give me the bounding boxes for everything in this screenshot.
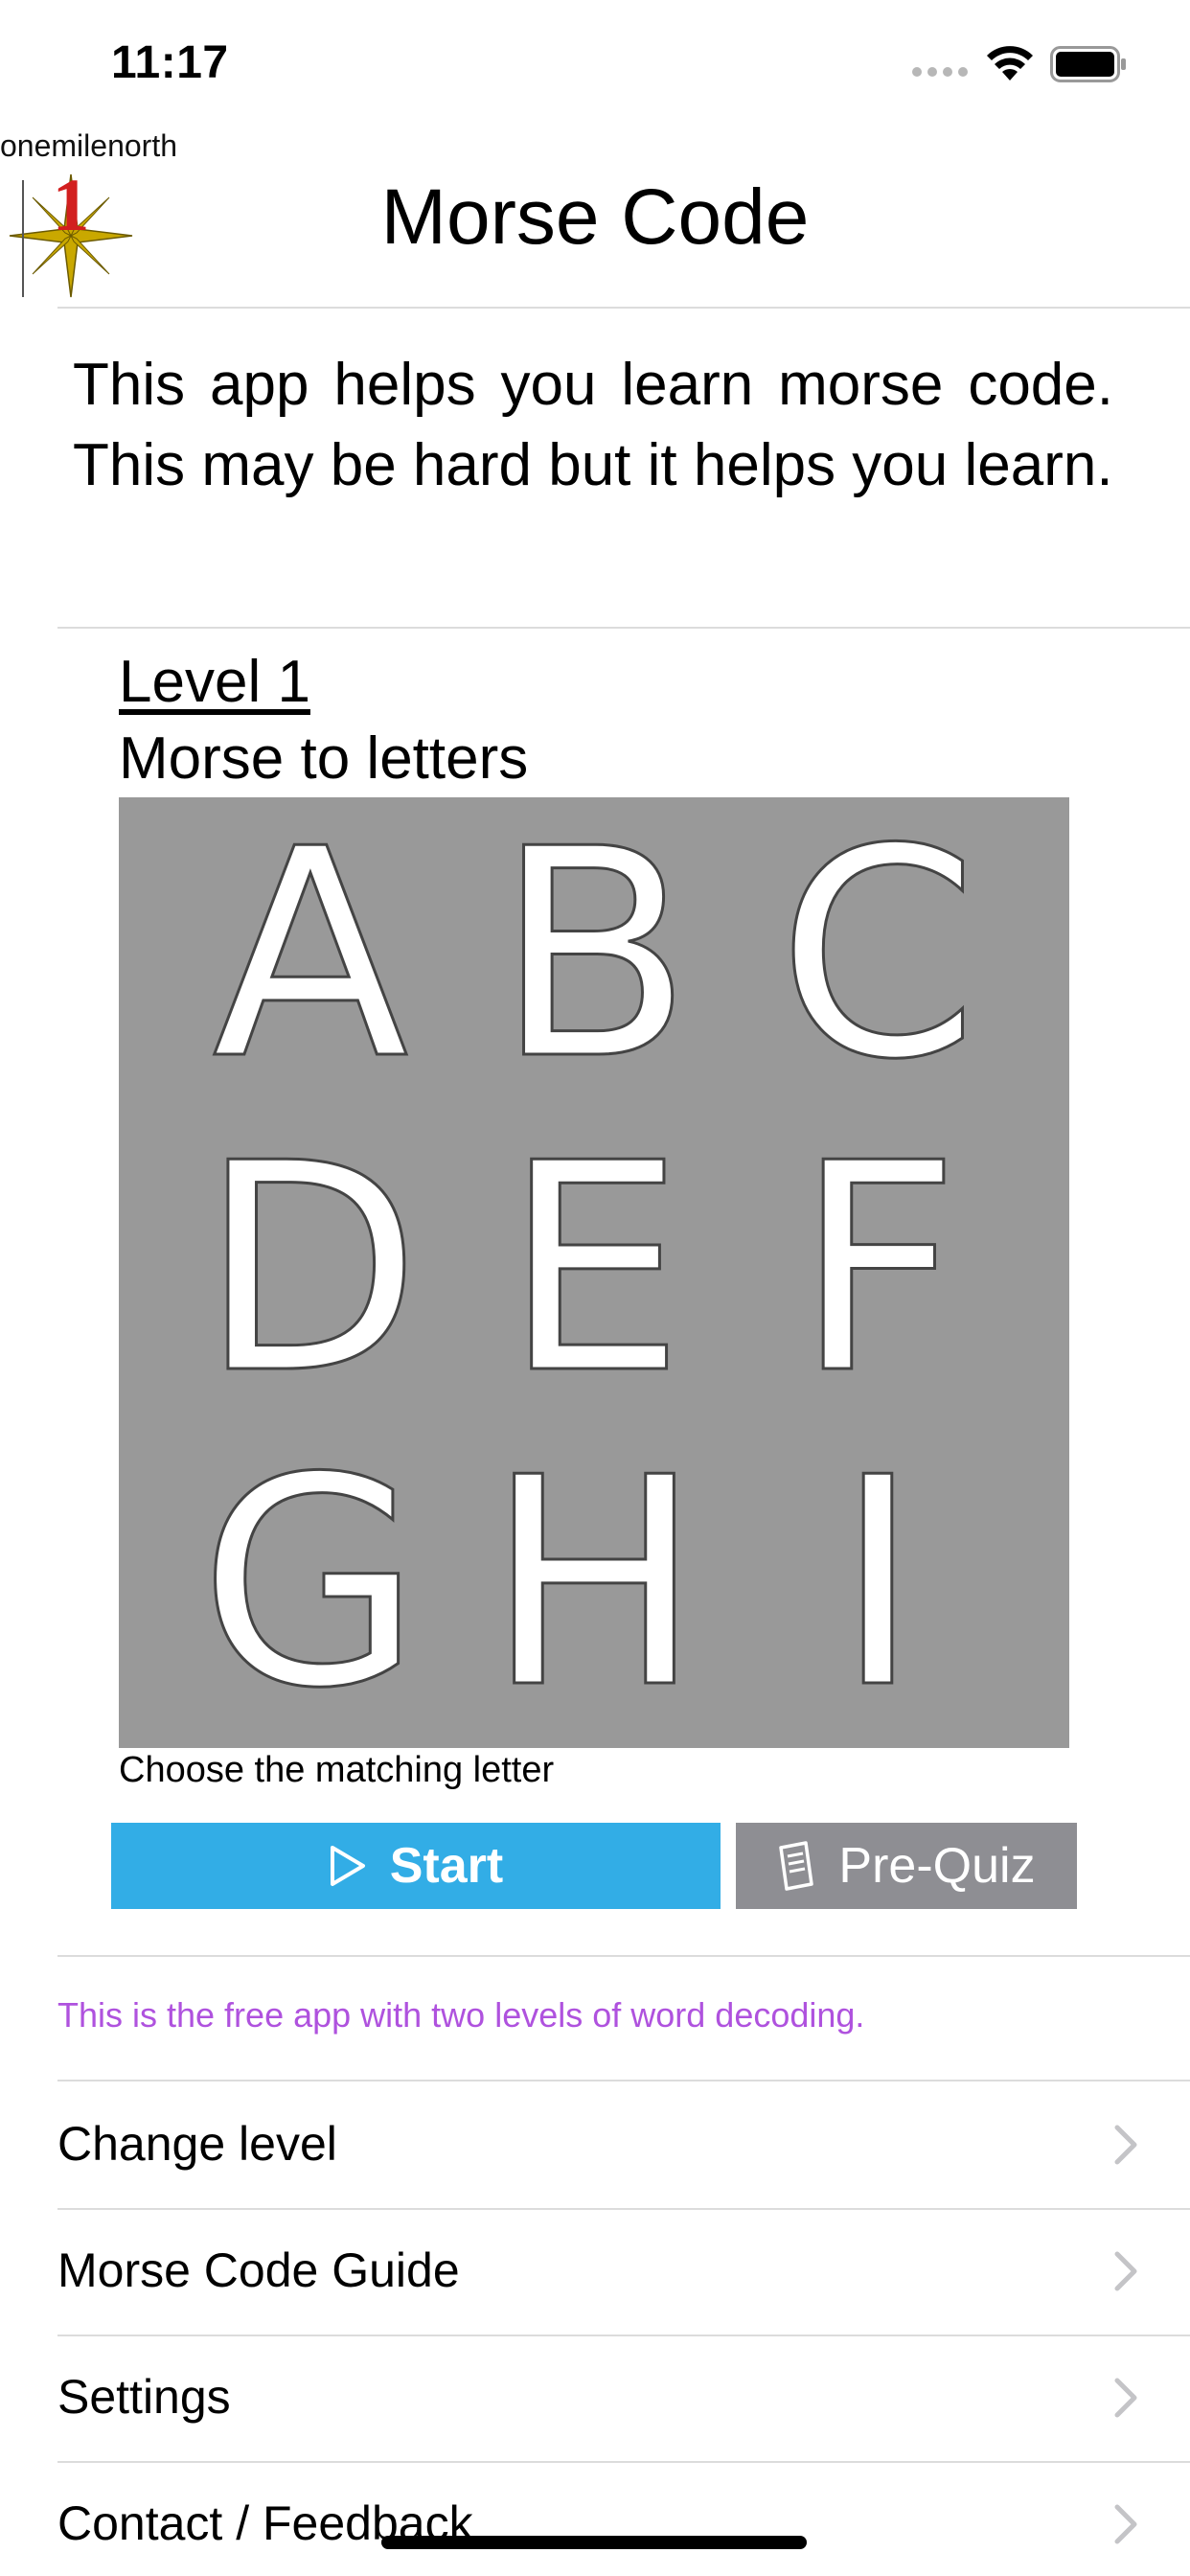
level-subtitle: Morse to letters [119, 725, 529, 792]
letter-e: E [503, 1102, 685, 1437]
cellular-signal-icon [912, 67, 970, 80]
menu-item-label: Change level [57, 2117, 337, 2171]
start-button[interactable]: Start [111, 1823, 721, 1909]
status-bar: 11:17 [0, 0, 1190, 134]
letter-g: G [199, 1416, 422, 1748]
menu-item-settings[interactable]: Settings [57, 2334, 1190, 2459]
chevron-right-icon [1114, 2504, 1137, 2544]
instruction-text: Choose the matching letter [119, 1750, 555, 1790]
app-screen: 11:17 onemilenorth 1 Morse Code This app… [0, 0, 1190, 2576]
intro-text: This app helps you learn morse code. Thi… [73, 352, 1113, 498]
letter-h: H [486, 1416, 702, 1748]
letters-grid: A B C D E F G H I [119, 797, 1069, 1748]
letter-i: I [835, 1416, 920, 1748]
chevron-right-icon [1114, 2251, 1137, 2291]
letter-c: C [777, 797, 977, 1122]
intro-divider [57, 627, 1190, 629]
pre-quiz-button[interactable]: Pre-Quiz [736, 1823, 1077, 1909]
letters-grid-svg: A B C D E F G H I [197, 797, 979, 1748]
page-title: Morse Code [380, 173, 810, 261]
chevron-right-icon [1114, 2378, 1137, 2418]
letter-f: F [795, 1102, 961, 1437]
menu-item-label: Settings [57, 2370, 231, 2424]
header-divider [57, 307, 1190, 309]
letter-b: B [495, 797, 693, 1122]
home-indicator[interactable] [381, 2536, 807, 2549]
menu-item-change-level[interactable]: Change level [57, 2082, 1190, 2206]
status-time: 11:17 [111, 37, 229, 88]
chevron-right-icon [1114, 2125, 1137, 2165]
buttons-divider [57, 1955, 1190, 1957]
free-app-note: This is the free app with two levels of … [57, 1995, 865, 2035]
menu-item-contact-feedback[interactable]: Contact / Feedback [57, 2461, 1190, 2576]
menu-item-label: Morse Code Guide [57, 2243, 460, 2297]
battery-icon [1050, 46, 1126, 82]
pre-quiz-button-label: Pre-Quiz [838, 1838, 1036, 1894]
document-icon [779, 1841, 814, 1891]
play-icon [330, 1846, 365, 1886]
menu-item-morse-code-guide[interactable]: Morse Code Guide [57, 2208, 1190, 2333]
level-title: Level 1 [119, 649, 310, 715]
brand-label: onemilenorth [0, 128, 177, 163]
start-button-label: Start [389, 1838, 504, 1894]
letter-d: D [199, 1102, 421, 1437]
wifi-icon [987, 46, 1033, 80]
letter-a: A [212, 797, 409, 1122]
